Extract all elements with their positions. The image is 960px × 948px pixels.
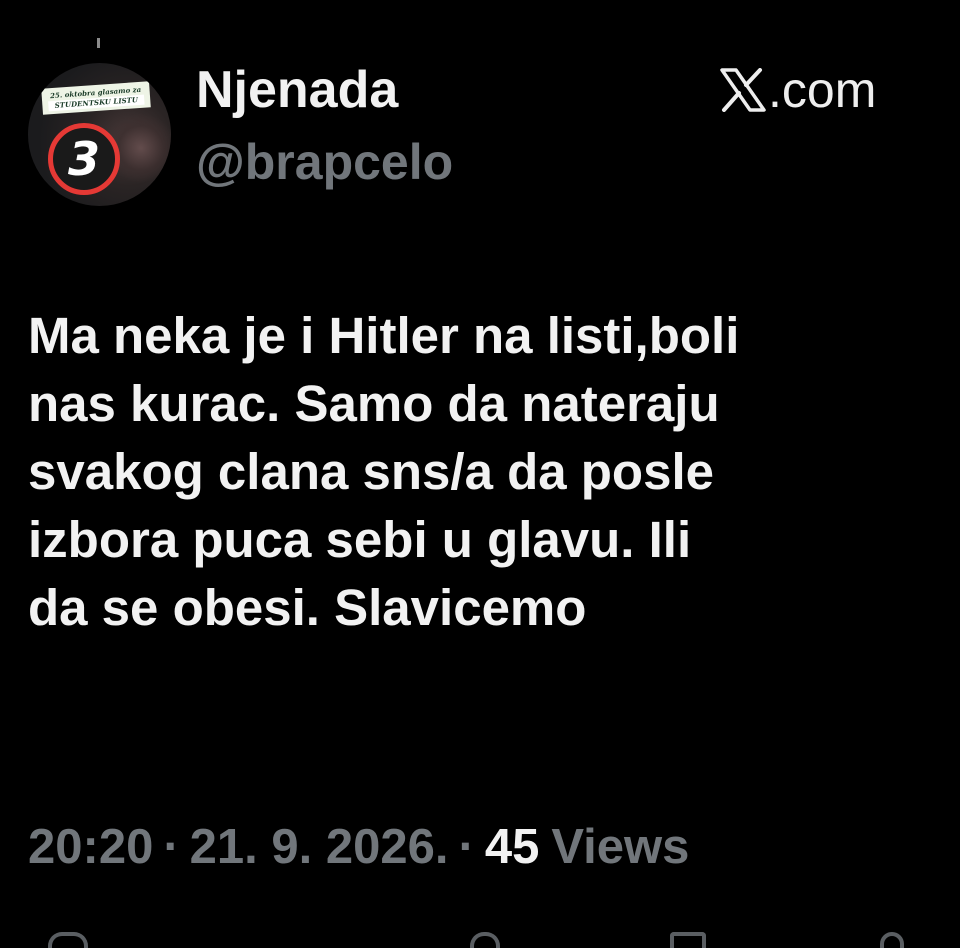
share-icon[interactable]	[880, 932, 904, 948]
user-handle[interactable]: @brapcelo	[196, 132, 453, 192]
meta-separator: ·	[163, 820, 180, 874]
tweet-text-line: izbora puca sebi u glavu. Ili	[28, 511, 692, 568]
tweet-text-line: da se obesi. Slavicemo	[28, 579, 587, 636]
avatar-number: 3	[67, 132, 100, 186]
tweet-text: Ma neka je i Hitler na listi,boli nas ku…	[28, 302, 943, 642]
views-label: Views	[551, 820, 690, 874]
tweet-date[interactable]: 21. 9. 2026.	[190, 819, 449, 875]
source-label: .com	[720, 60, 876, 120]
display-name[interactable]: Njenada	[196, 60, 398, 120]
tweet-text-line: svakog clana sns/a da posle	[28, 443, 714, 500]
avatar-banner: 25. oktobra glasamo za STUDENTSKU LISTU	[41, 81, 151, 115]
tweet-text-line: nas kurac. Samo da nateraju	[28, 375, 720, 432]
bookmark-icon[interactable]	[670, 932, 706, 948]
reply-icon[interactable]	[48, 932, 88, 948]
like-icon[interactable]	[470, 932, 500, 948]
tweet-text-line: Ma neka je i Hitler na listi,boli	[28, 307, 740, 364]
x-logo-icon	[720, 68, 766, 112]
views-count: 45	[484, 820, 540, 874]
meta-separator: ·	[458, 820, 475, 874]
avatar[interactable]: 25. oktobra glasamo za STUDENTSKU LISTU …	[28, 63, 171, 206]
tweet-time[interactable]: 20:20	[28, 819, 153, 875]
source-domain: .com	[768, 62, 877, 118]
top-divider-tick	[97, 38, 100, 48]
action-bar-peek	[0, 928, 960, 948]
tweet-meta: 20:20 · 21. 9. 2026. · 45 Views	[28, 815, 689, 879]
